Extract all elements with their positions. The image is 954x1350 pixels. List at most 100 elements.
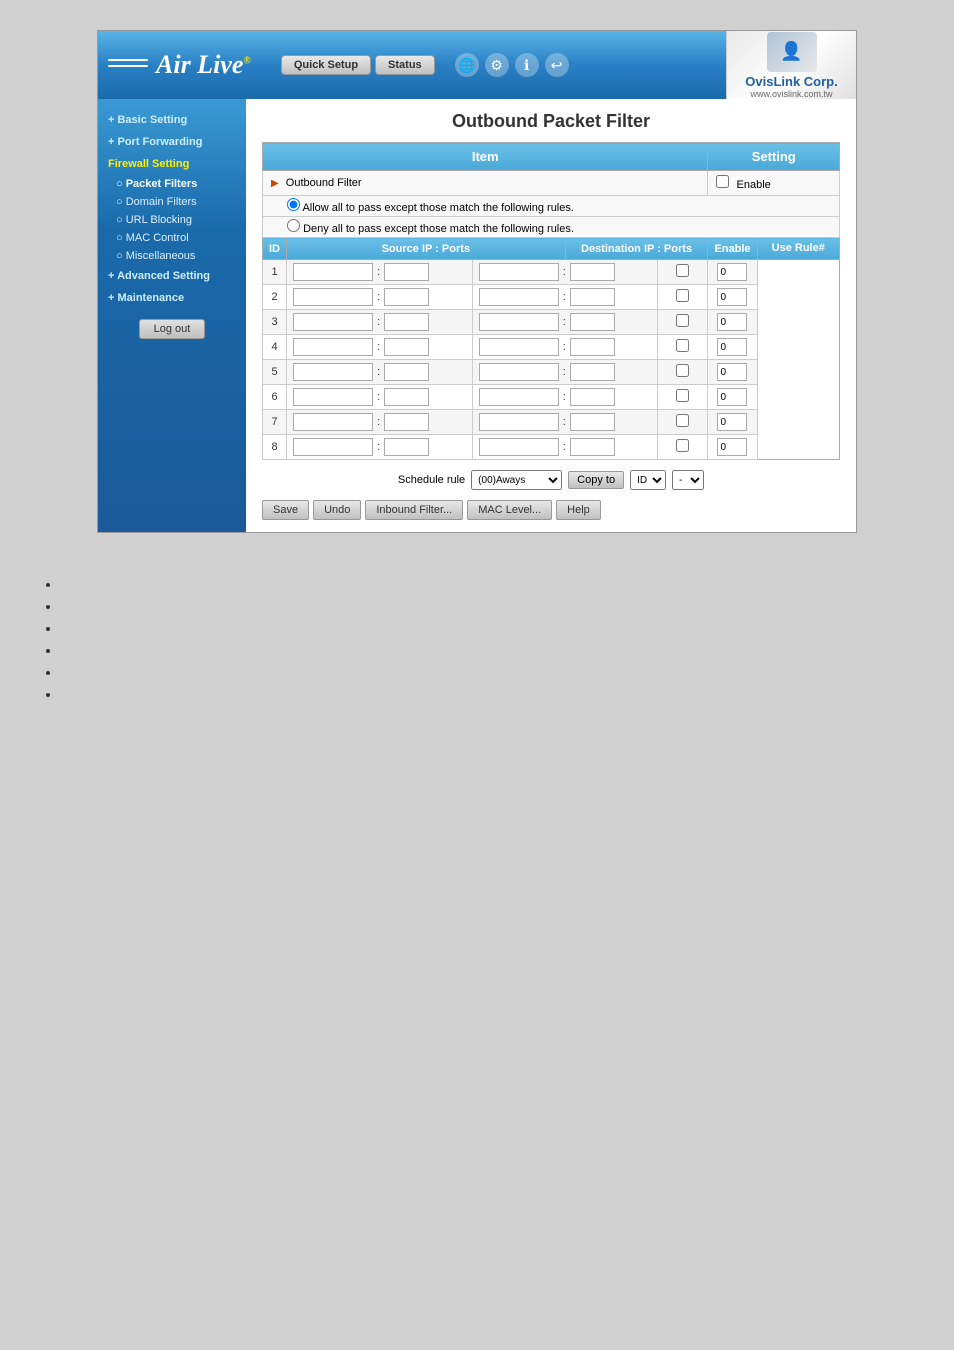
outbound-filter-row: ▶ Outbound Filter Enable <box>263 171 840 196</box>
nav-buttons: Quick Setup Status <box>281 55 435 75</box>
sidebar-item-basic-setting[interactable]: + Basic Setting <box>98 109 246 131</box>
row-8-src-ip[interactable] <box>293 438 373 456</box>
row-2-src-port[interactable] <box>384 288 429 306</box>
globe-icon[interactable]: 🌐 <box>455 53 479 77</box>
row-2-rule-input[interactable] <box>717 288 747 306</box>
row-6-rule-input[interactable] <box>717 388 747 406</box>
row-4-dst-port[interactable] <box>570 338 615 356</box>
row-5-dst: : <box>472 360 658 385</box>
ovislink-person-image: 👤 <box>767 32 817 72</box>
sidebar-item-port-forwarding[interactable]: + Port Forwarding <box>98 131 246 153</box>
row-6-src-port[interactable] <box>384 388 429 406</box>
row-4-enable-checkbox[interactable] <box>676 339 689 352</box>
copy-direction-select[interactable]: - + <box>672 470 704 490</box>
sidebar-item-firewall-setting[interactable]: Firewall Setting <box>98 153 246 175</box>
row-8-enable-checkbox[interactable] <box>676 439 689 452</box>
settings-icon[interactable]: ⚙ <box>485 53 509 77</box>
row-3-dst-port[interactable] <box>570 313 615 331</box>
row-5-src-ip[interactable] <box>293 363 373 381</box>
outbound-filter-label: Outbound Filter <box>286 177 362 189</box>
row-6-dst-port[interactable] <box>570 388 615 406</box>
sidebar-item-domain-filters[interactable]: ○ Domain Filters <box>98 193 246 211</box>
undo-button[interactable]: Undo <box>313 500 361 520</box>
row-3-src-port[interactable] <box>384 313 429 331</box>
row-2-dst-ip[interactable] <box>479 288 559 306</box>
row-7-src-ip[interactable] <box>293 413 373 431</box>
radio-row-2: Deny all to pass except those match the … <box>263 217 840 238</box>
sidebar-item-miscellaneous[interactable]: ○ Miscellaneous <box>98 247 246 265</box>
row-7-dst-port[interactable] <box>570 413 615 431</box>
row-8-dst-ip[interactable] <box>479 438 559 456</box>
inbound-filter-button[interactable]: Inbound Filter... <box>365 500 463 520</box>
row-5-src-port[interactable] <box>384 363 429 381</box>
radio-option-1-cell: Allow all to pass except those match the… <box>263 196 840 217</box>
row-7-enable-checkbox[interactable] <box>676 414 689 427</box>
row-1-dst-colon: : <box>562 266 567 278</box>
row-5-src: : <box>287 360 473 385</box>
logout-button[interactable]: Log out <box>139 319 206 339</box>
header-icons: 🌐 ⚙ ℹ ↩ <box>455 53 569 77</box>
header: Air Live® Quick Setup Status 🌐 ⚙ ℹ ↩ 👤 O… <box>98 31 856 99</box>
row-6-enable-checkbox[interactable] <box>676 389 689 402</box>
row-3-enable-checkbox[interactable] <box>676 314 689 327</box>
row-4-dst-ip[interactable] <box>479 338 559 356</box>
radio-allow-all[interactable] <box>287 198 300 211</box>
mac-level-button[interactable]: MAC Level... <box>467 500 552 520</box>
row-2-enable <box>658 285 708 310</box>
row-8-rule-input[interactable] <box>717 438 747 456</box>
row-7-rule-input[interactable] <box>717 413 747 431</box>
radio-deny-all[interactable] <box>287 219 300 232</box>
row-3-rule-input[interactable] <box>717 313 747 331</box>
row-2-src-ip[interactable] <box>293 288 373 306</box>
quick-setup-button[interactable]: Quick Setup <box>281 55 371 75</box>
status-button[interactable]: Status <box>375 55 435 75</box>
sidebar-item-packet-filters[interactable]: ○ Packet Filters <box>98 175 246 193</box>
row-5-enable-checkbox[interactable] <box>676 364 689 377</box>
row-4-src-ip[interactable] <box>293 338 373 356</box>
row-5-dst-port[interactable] <box>570 363 615 381</box>
row-2-dst-port[interactable] <box>570 288 615 306</box>
schedule-row: Schedule rule (00)Aways (01)Always (02)W… <box>262 470 840 490</box>
row-1-src-ip[interactable] <box>293 263 373 281</box>
row-8-dst-port[interactable] <box>570 438 615 456</box>
copy-to-id-select[interactable]: ID 1 2 <box>630 470 666 490</box>
back-icon[interactable]: ↩ <box>545 53 569 77</box>
row-1-rule-input[interactable] <box>717 263 747 281</box>
row-7-dst-ip[interactable] <box>479 413 559 431</box>
outbound-filter-label-cell: ▶ Outbound Filter <box>263 171 708 196</box>
row-5-rule-input[interactable] <box>717 363 747 381</box>
row-5-enable <box>658 360 708 385</box>
row-3-dst-ip[interactable] <box>479 313 559 331</box>
logo-lines-icon <box>108 55 148 75</box>
bottom-buttons: Save Undo Inbound Filter... MAC Level...… <box>262 500 840 520</box>
radio-allow-label: Allow all to pass except those match the… <box>302 202 573 214</box>
sidebar-item-url-blocking[interactable]: ○ URL Blocking <box>98 211 246 229</box>
info-icon[interactable]: ℹ <box>515 53 539 77</box>
page-title: Outbound Packet Filter <box>262 111 840 132</box>
sidebar-item-maintenance[interactable]: + Maintenance <box>98 287 246 309</box>
row-4-rule-input[interactable] <box>717 338 747 356</box>
row-6-dst-ip[interactable] <box>479 388 559 406</box>
row-1-enable-checkbox[interactable] <box>676 264 689 277</box>
table-row: 8 : : <box>263 435 840 460</box>
row-6-src-ip[interactable] <box>293 388 373 406</box>
row-2-enable-checkbox[interactable] <box>676 289 689 302</box>
row-8-src-port[interactable] <box>384 438 429 456</box>
help-button[interactable]: Help <box>556 500 601 520</box>
save-button[interactable]: Save <box>262 500 309 520</box>
copy-to-button[interactable]: Copy to <box>568 471 624 489</box>
table-row: 4 : : <box>263 335 840 360</box>
schedule-select[interactable]: (00)Aways (01)Always (02)Weekdays <box>471 470 562 490</box>
row-3-src-ip[interactable] <box>293 313 373 331</box>
row-8-dst: : <box>472 435 658 460</box>
row-5-dst-ip[interactable] <box>479 363 559 381</box>
sidebar-item-advanced-setting[interactable]: + Advanced Setting <box>98 265 246 287</box>
outbound-enable-checkbox[interactable] <box>716 175 729 188</box>
row-4-src-port[interactable] <box>384 338 429 356</box>
row-1-src-colon: : <box>376 266 381 278</box>
row-7-src-port[interactable] <box>384 413 429 431</box>
row-1-dst-port[interactable] <box>570 263 615 281</box>
row-1-dst-ip[interactable] <box>479 263 559 281</box>
sidebar-item-mac-control[interactable]: ○ MAC Control <box>98 229 246 247</box>
row-1-src-port[interactable] <box>384 263 429 281</box>
